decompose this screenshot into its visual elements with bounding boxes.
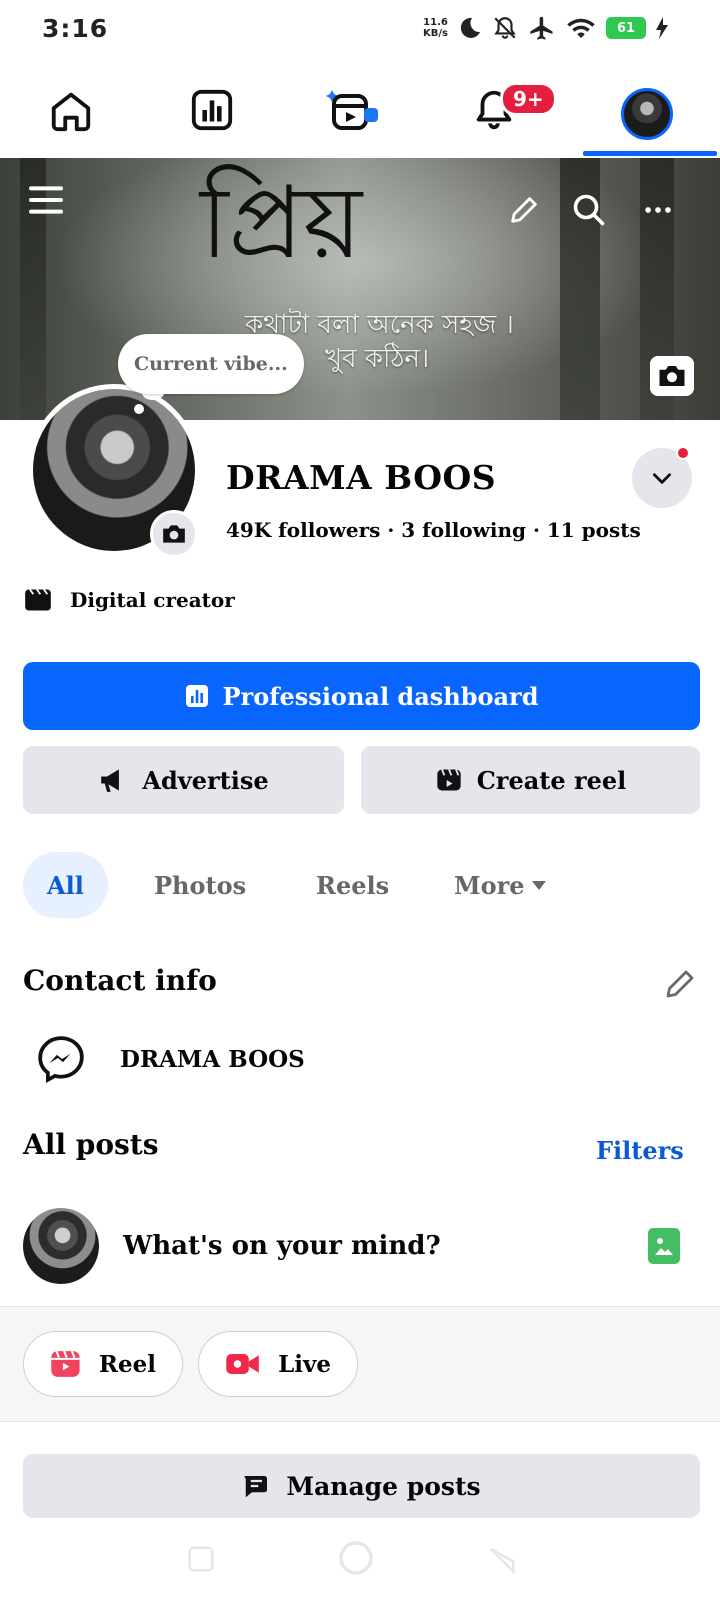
dropdown-notification-dot [676, 446, 690, 460]
reel-icon [51, 1350, 80, 1377]
search-button[interactable] [565, 186, 613, 234]
caret-down-icon [531, 881, 546, 890]
profile-stats[interactable]: 49K followers · 3 following · 11 posts [226, 518, 641, 542]
contact-info-title: Contact info [23, 964, 217, 997]
home-icon [51, 92, 91, 132]
profile-tab-avatar[interactable] [621, 88, 673, 140]
all-posts-title: All posts [23, 1128, 159, 1161]
photo-icon[interactable] [648, 1228, 680, 1264]
net-speed: 11.6 KB/s [423, 17, 448, 39]
cover-title-art: প্রিয় [200, 164, 363, 281]
manage-posts-icon [244, 1476, 268, 1498]
status-time: 3:16 [42, 14, 109, 43]
post-composer[interactable]: What's on your mind? [23, 1208, 700, 1284]
composer-avatar [23, 1208, 99, 1284]
pencil-icon [511, 197, 537, 223]
messenger-contact-name: DRAMA BOOS [120, 1045, 305, 1073]
create-reel-button[interactable]: Create reel [361, 746, 700, 814]
advertise-button[interactable]: Advertise [23, 746, 344, 814]
edit-contact-pencil-icon[interactable] [662, 966, 698, 1002]
reels-tab[interactable] [326, 82, 382, 138]
video-camera-icon [226, 1353, 259, 1375]
megaphone-icon [101, 769, 120, 792]
vibe-prompt: Current vibe... [134, 353, 288, 375]
recents-icon[interactable] [186, 1544, 216, 1574]
charging-icon [656, 17, 668, 39]
reel-pill-button[interactable]: Reel [23, 1331, 183, 1397]
contact-messenger-row[interactable]: DRAMA BOOS [36, 1034, 305, 1084]
battery-indicator: 61 [606, 17, 646, 39]
category-row: Digital creator [24, 588, 235, 612]
tab-photos[interactable]: Photos [130, 852, 270, 918]
cover-photo[interactable]: প্রিয় কথাটা বলা অনেক সহজ । খুব কঠিন। [0, 158, 720, 420]
reel-icon [437, 769, 461, 791]
reels-icon [326, 90, 378, 130]
clapperboard-icon [25, 588, 51, 611]
image-glyph-icon [655, 1238, 673, 1255]
status-bar: 3:16 11.6 KB/s 61 [0, 0, 720, 62]
moon-icon [460, 17, 480, 38]
edit-profile-button[interactable] [500, 186, 548, 234]
top-nav: 9+ [0, 62, 720, 158]
tab-more[interactable]: More [430, 852, 571, 918]
manage-posts-button[interactable]: Manage posts [23, 1454, 700, 1518]
wifi-icon [567, 18, 595, 38]
system-nav-bar [0, 1526, 720, 1600]
search-icon [573, 194, 605, 226]
status-icons: 11.6 KB/s 61 [423, 14, 668, 42]
home-tab[interactable] [43, 82, 99, 138]
messenger-icon [38, 1036, 84, 1084]
cover-camera-button[interactable] [650, 356, 694, 396]
profile-name: DRAMA BOOS [226, 458, 497, 497]
professional-dashboard-button[interactable]: Professional dashboard [23, 662, 700, 730]
filters-link[interactable]: Filters [596, 1136, 684, 1165]
chevron-down-icon [653, 473, 671, 484]
dashboard-icon [185, 685, 208, 707]
category-label: Digital creator [70, 588, 235, 612]
more-options-button[interactable] [634, 186, 682, 234]
bell-muted-icon [494, 17, 516, 39]
airplane-icon [530, 16, 553, 40]
back-icon[interactable] [486, 1544, 518, 1574]
quick-actions-bar: Reel Live [0, 1306, 720, 1422]
active-tab-indicator [583, 151, 717, 156]
dashboard-icon [191, 89, 233, 131]
menu-button[interactable] [22, 176, 70, 224]
tab-reels[interactable]: Reels [292, 852, 413, 918]
home-circle-icon[interactable] [336, 1538, 376, 1578]
live-pill-button[interactable]: Live [198, 1331, 358, 1397]
ellipsis-icon [645, 207, 671, 213]
current-vibe-bubble[interactable]: Current vibe... [118, 334, 304, 394]
avatar-camera-button[interactable] [150, 510, 198, 558]
composer-placeholder[interactable]: What's on your mind? [123, 1231, 648, 1261]
camera-icon [659, 366, 685, 386]
tab-all[interactable]: All [23, 852, 108, 918]
camera-icon [163, 525, 185, 543]
dashboard-tab[interactable] [184, 82, 240, 138]
notification-badge: 9+ [500, 82, 557, 116]
hamburger-icon [29, 186, 63, 214]
